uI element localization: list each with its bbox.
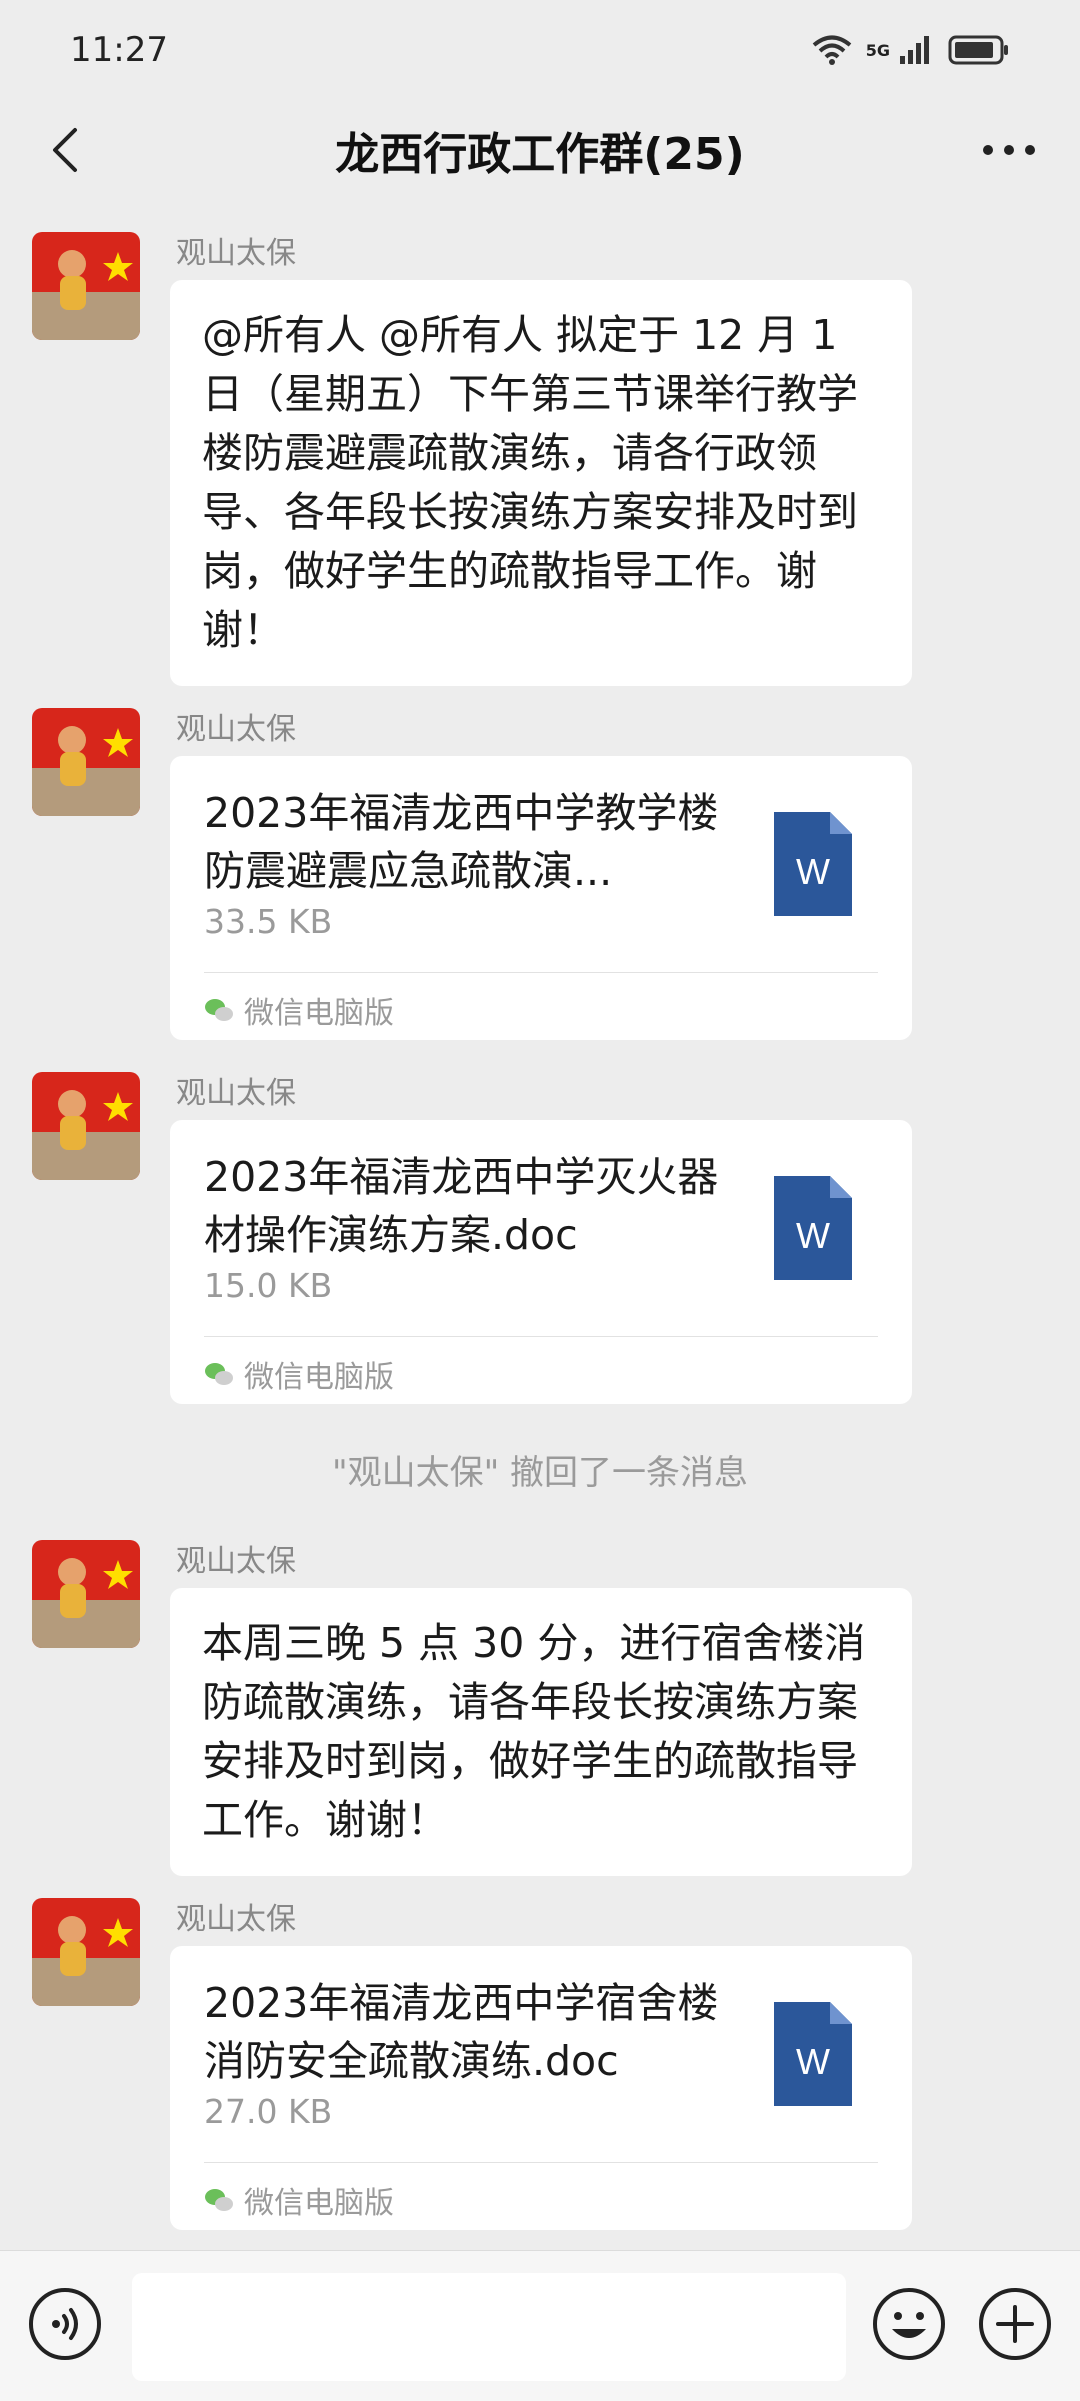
file-name: 2023年福清龙西中学宿舍楼消防安全疏散演练.doc [204,1979,719,2085]
chat-header: 龙西行政工作群(25) [0,100,1080,200]
more-dots-icon [983,145,1035,155]
file-size: 15.0 KB [204,1266,333,1305]
avatar[interactable] [32,232,140,340]
file-message-card[interactable]: 2023年福清龙西中学教学楼防震避震应急疏散演... 33.5 KB W 微信电… [170,756,912,1040]
file-message-card[interactable]: 2023年福清龙西中学宿舍楼消防安全疏散演练.doc 27.0 KB W 微信电… [170,1946,912,2230]
flag-avatar-icon [32,232,140,340]
word-letter: W [796,2041,830,2082]
file-source-label: 微信电脑版 [244,996,394,1031]
word-doc-icon: W [774,2002,852,2106]
file-source-label: 微信电脑版 [244,1360,394,1395]
word-letter: W [796,1215,830,1256]
avatar[interactable] [32,1540,140,1648]
avatar[interactable] [32,1898,140,2006]
file-message-card[interactable]: 2023年福清龙西中学灭火器材操作演练方案.doc 15.0 KB W 微信电脑… [170,1120,912,1404]
wifi-icon [812,35,852,65]
file-source: 微信电脑版 [204,988,394,1032]
flag-avatar-icon [32,1072,140,1180]
wechat-icon [205,999,233,1021]
divider [204,1336,878,1337]
message-input[interactable] [132,2273,846,2381]
file-name: 2023年福清龙西中学灭火器材操作演练方案.doc [204,1153,719,1259]
voice-icon [29,2288,101,2360]
flag-avatar-icon [32,1540,140,1648]
flag-avatar-icon [32,1898,140,2006]
recall-notice: "观山太保" 撤回了一条消息 [331,1453,749,1493]
sender-name: 观山太保 [176,712,296,747]
file-name: 2023年福清龙西中学教学楼防震避震应急疏散演... [204,789,719,895]
file-source: 微信电脑版 [204,1352,394,1396]
sender-name: 观山太保 [176,1544,296,1579]
sender-name: 观山太保 [176,1902,296,1937]
emoji-button[interactable] [872,2287,946,2361]
network-label: 5G [865,40,890,60]
text-message-bubble[interactable]: 本周三晚 5 点 30 分，进行宿舍楼消防疏散演练，请各年段长按演练方案安排及时… [170,1588,912,1876]
sender-name: 观山太保 [176,236,296,271]
word-doc-icon: W [774,1176,852,1280]
emoji-icon [873,2288,945,2360]
back-button[interactable] [40,125,90,175]
avatar[interactable] [32,708,140,816]
file-size: 33.5 KB [204,902,333,941]
plus-circle-icon [979,2288,1051,2360]
chat-input-bar [0,2250,1080,2401]
wechat-icon [205,1363,233,1385]
divider [204,2162,878,2163]
flag-avatar-icon [32,708,140,816]
more-button[interactable] [974,125,1044,175]
signal-icon [900,36,929,64]
word-letter: W [796,851,830,892]
status-time: 11:27 [70,30,168,70]
file-source-label: 微信电脑版 [244,2186,394,2221]
file-source: 微信电脑版 [204,2178,394,2222]
chat-title: 龙西行政工作群(25) [335,129,745,180]
battery-icon [948,35,1008,65]
more-functions-button[interactable] [978,2287,1052,2361]
wechat-icon [205,2189,233,2211]
avatar[interactable] [32,1072,140,1180]
text-message-bubble[interactable]: @所有人 @所有人 拟定于 12 月 1 日（星期五）下午第三节课举行教学楼防震… [170,280,912,686]
word-doc-icon: W [774,812,852,916]
sender-name: 观山太保 [176,1076,296,1111]
status-bar: 11:27 5G [0,0,1080,100]
chevron-left-icon [53,128,77,172]
file-size: 27.0 KB [204,2092,333,2131]
divider [204,972,878,973]
voice-button[interactable] [28,2287,102,2361]
status-icons: 5G [812,34,1010,66]
